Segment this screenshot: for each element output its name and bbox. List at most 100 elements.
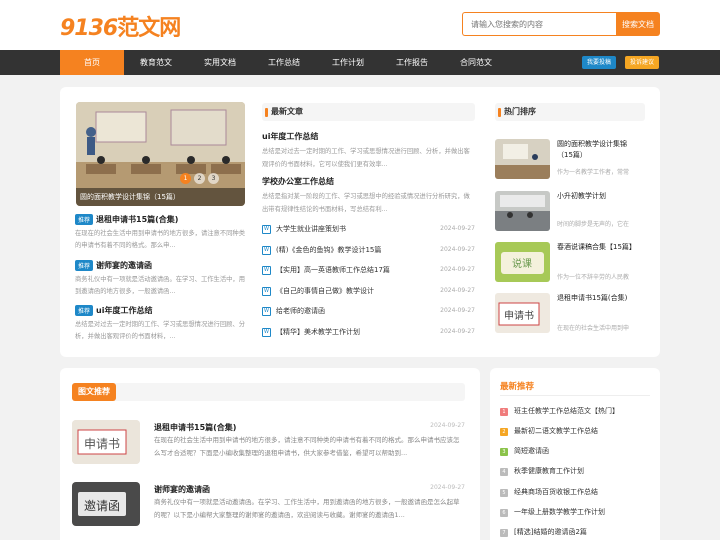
hot-desc: 作为一位不辞辛劳的人民教	[557, 274, 630, 281]
latest-featured-desc: 总结是对过去一定时期的工作、学习或思想情况进行回顾、分析，并做出客观评价的书面材…	[262, 148, 470, 168]
latest-list-item[interactable]: W 《自己的事情自己做》教学设计 2024-09-27	[262, 286, 475, 298]
recommend-tag: 推荐	[75, 214, 94, 225]
article-item[interactable]: 邀请函 谢师宴的邀请函 2024-09-27 商务礼仪中有一项就是活动邀请函。在…	[72, 482, 465, 532]
recommend-tag: 推荐	[75, 305, 94, 316]
newrec-title[interactable]: 班主任教学工作总结范文【热门】	[514, 406, 619, 416]
recommend-title[interactable]: 谢师宴的邀请函	[96, 261, 152, 270]
rank-badge: 4	[500, 468, 508, 476]
nav-work-report[interactable]: 工作报告	[380, 50, 444, 75]
recommend-tag: 推荐	[75, 260, 94, 271]
slider-dots: 123	[180, 173, 222, 184]
nav-practical-docs[interactable]: 实用文档	[188, 50, 252, 75]
site-header: 9136范文网 搜索文档	[0, 0, 720, 50]
newrec-title[interactable]: 一年级上册数学教学工作计划	[514, 507, 605, 517]
search-button[interactable]: 搜索文档	[616, 12, 660, 36]
slider-dot-2[interactable]: 2	[194, 173, 205, 184]
nav-home[interactable]: 首页	[60, 50, 124, 75]
latest-featured-item[interactable]: 学校办公室工作总结 总结是指对某一阶段的工作、学习或思想中的经验或情况进行分析研…	[262, 176, 474, 216]
hot-item[interactable]: 小升初教学计划 时间的脚步是无声的，它在	[495, 191, 645, 231]
latest-list-title[interactable]: (精)《金色的鱼钩》教学设计15篇	[276, 245, 381, 255]
nav-contract[interactable]: 合同范文	[444, 50, 508, 75]
rank-badge: 3	[500, 448, 508, 456]
hot-title[interactable]: 退租申请书15篇(合集)	[557, 293, 642, 304]
hot-title[interactable]: 春酒说课稿合集【15篇】	[557, 242, 642, 253]
word-doc-icon: W	[262, 307, 271, 316]
latest-header: 最新文章	[262, 103, 475, 121]
feedback-button[interactable]: 投诉建议	[625, 56, 660, 69]
newrec-title[interactable]: 秋季健康教育工作计划	[514, 466, 584, 476]
article-desc: 商务礼仪中有一项就是活动邀请函。在学习、工作生活中，用到邀请函的地方很多，一般邀…	[154, 498, 460, 519]
hot-item[interactable]: 申请书 退租申请书15篇(合集) 在现在的社会生活中用到申	[495, 293, 645, 333]
rank-badge: 5	[500, 489, 508, 497]
logo-number: 9136	[60, 16, 118, 41]
latest-list-title[interactable]: 【精华】美术教学工作计划	[276, 327, 360, 337]
slider-caption[interactable]: 圆的面积教学设计集锦（15篇）	[76, 188, 245, 206]
articles-header: 图文推荐	[72, 383, 465, 401]
hot-item[interactable]: 说课 春酒说课稿合集【15篇】 作为一位不辞辛劳的人民教	[495, 242, 645, 282]
article-desc: 在现在的社会生活中用到申请书的地方很多，请注意不同种类的申请书有着不同的格式。那…	[154, 436, 460, 457]
newrec-title[interactable]: 简短邀请函	[514, 446, 549, 456]
latest-list-item[interactable]: W 给老师的邀请函 2024-09-27	[262, 306, 475, 318]
latest-list-title[interactable]: 【实用】高一英语教师工作总结17篇	[276, 265, 390, 275]
site-logo[interactable]: 9136范文网	[60, 10, 181, 42]
latest-featured-title[interactable]: ui年度工作总结	[262, 131, 474, 142]
latest-list-item[interactable]: W (精)《金色的鱼钩》教学设计15篇 2024-09-27	[262, 245, 475, 257]
recommend-title[interactable]: ui年度工作总结	[96, 306, 152, 315]
logo-text: 范文网	[117, 16, 181, 41]
latest-list-title[interactable]: 《自己的事情自己做》教学设计	[276, 286, 374, 296]
latest-list-title[interactable]: 给老师的邀请函	[276, 306, 325, 316]
latest-list-date: 2024-09-27	[440, 225, 475, 232]
recommend-item[interactable]: 推荐 退租申请书15篇(合集) 在现在的社会生活中用到申请书的地方很多，请注意不同…	[75, 214, 250, 252]
nav-work-summary[interactable]: 工作总结	[252, 50, 316, 75]
recommend-desc: 商务礼仪中有一项就是活动邀请函。在学习、工作生活中，用到邀请函的地方很多，一般邀…	[75, 276, 246, 295]
nav-work-plan[interactable]: 工作计划	[316, 50, 380, 75]
newrec-divider	[500, 395, 650, 396]
svg-text:邀请函: 邀请函	[84, 498, 120, 513]
article-title[interactable]: 谢师宴的邀请函	[154, 484, 210, 495]
newrec-item[interactable]: 5 经典商场百货收银工作总结	[500, 487, 650, 499]
newrec-item[interactable]: 2 最新初二语文教学工作总结	[500, 426, 650, 438]
newrec-item[interactable]: 3 简短邀请函	[500, 446, 650, 458]
latest-featured-desc: 总结是指对某一阶段的工作、学习或思想中的经验或情况进行分析研究，做出带有规律性结…	[262, 193, 470, 213]
slider-dot-1[interactable]: 1	[180, 173, 191, 184]
latest-list-item[interactable]: W 大学生就业讲座策划书 2024-09-27	[262, 224, 475, 236]
newrec-item[interactable]: 4 秋季健康教育工作计划	[500, 466, 650, 478]
word-doc-icon: W	[262, 266, 271, 275]
search-input[interactable]	[462, 12, 616, 36]
recommend-item[interactable]: 推荐 ui年度工作总结 总结是对过去一定时期的工作、学习或思想情况进行回顾、分析，…	[75, 305, 250, 343]
newrec-title[interactable]: [精选]结婚的邀请函2篇	[514, 527, 587, 537]
article-title[interactable]: 退租申请书15篇(合集)	[154, 422, 236, 433]
latest-list-date: 2024-09-27	[440, 328, 475, 335]
recommend-item[interactable]: 推荐 谢师宴的邀请函 商务礼仪中有一项就是活动邀请函。在学习、工作生活中，用到邀请…	[75, 260, 250, 298]
word-doc-icon: W	[262, 246, 271, 255]
recommend-title[interactable]: 退租申请书15篇(合集)	[96, 215, 178, 224]
rank-badge: 2	[500, 428, 508, 436]
hot-thumbnail: 申请书	[495, 293, 550, 333]
hot-title[interactable]: 小升初教学计划	[557, 191, 642, 202]
latest-featured-title[interactable]: 学校办公室工作总结	[262, 176, 474, 187]
contribute-button[interactable]: 我要投稿	[582, 56, 617, 69]
newrec-title[interactable]: 最新初二语文教学工作总结	[514, 426, 598, 436]
newrec-item[interactable]: 7 [精选]结婚的邀请函2篇	[500, 527, 650, 539]
hot-desc: 时间的脚步是无声的，它在	[557, 221, 630, 228]
newrec-item[interactable]: 6 一年级上册数学教学工作计划	[500, 507, 650, 519]
svg-text:说课: 说课	[512, 257, 532, 270]
svg-text:申请书: 申请书	[504, 309, 534, 322]
main-nav: 首页 教育范文 实用文档 工作总结 工作计划 工作报告 合同范文 我要投稿 投诉…	[0, 50, 720, 75]
latest-list-item[interactable]: W 【精华】美术教学工作计划 2024-09-27	[262, 327, 475, 339]
hot-item[interactable]: 圆的面积教学设计集锦（15篇） 作为一名教学工作者，常常	[495, 139, 645, 179]
latest-featured-item[interactable]: ui年度工作总结 总结是对过去一定时期的工作、学习或思想情况进行回顾、分析，并做…	[262, 131, 474, 171]
image-slider[interactable]: 123 圆的面积教学设计集锦（15篇）	[76, 102, 245, 206]
latest-list-item[interactable]: W 【实用】高一英语教师工作总结17篇 2024-09-27	[262, 265, 475, 277]
newrec-item[interactable]: 1 班主任教学工作总结范文【热门】	[500, 406, 650, 418]
newrec-title[interactable]: 经典商场百货收银工作总结	[514, 487, 598, 497]
article-item[interactable]: 申请书 退租申请书15篇(合集) 2024-09-27 在现在的社会生活中用到申…	[72, 420, 465, 470]
hot-title[interactable]: 圆的面积教学设计集锦（15篇）	[557, 139, 642, 161]
nav-education[interactable]: 教育范文	[124, 50, 188, 75]
latest-list-title[interactable]: 大学生就业讲座策划书	[276, 224, 346, 234]
word-doc-icon: W	[262, 328, 271, 337]
hot-thumbnail: 说课	[495, 242, 550, 282]
article-date: 2024-09-27	[430, 484, 465, 491]
hot-header: 热门排序	[495, 103, 645, 121]
slider-dot-3[interactable]: 3	[208, 173, 219, 184]
